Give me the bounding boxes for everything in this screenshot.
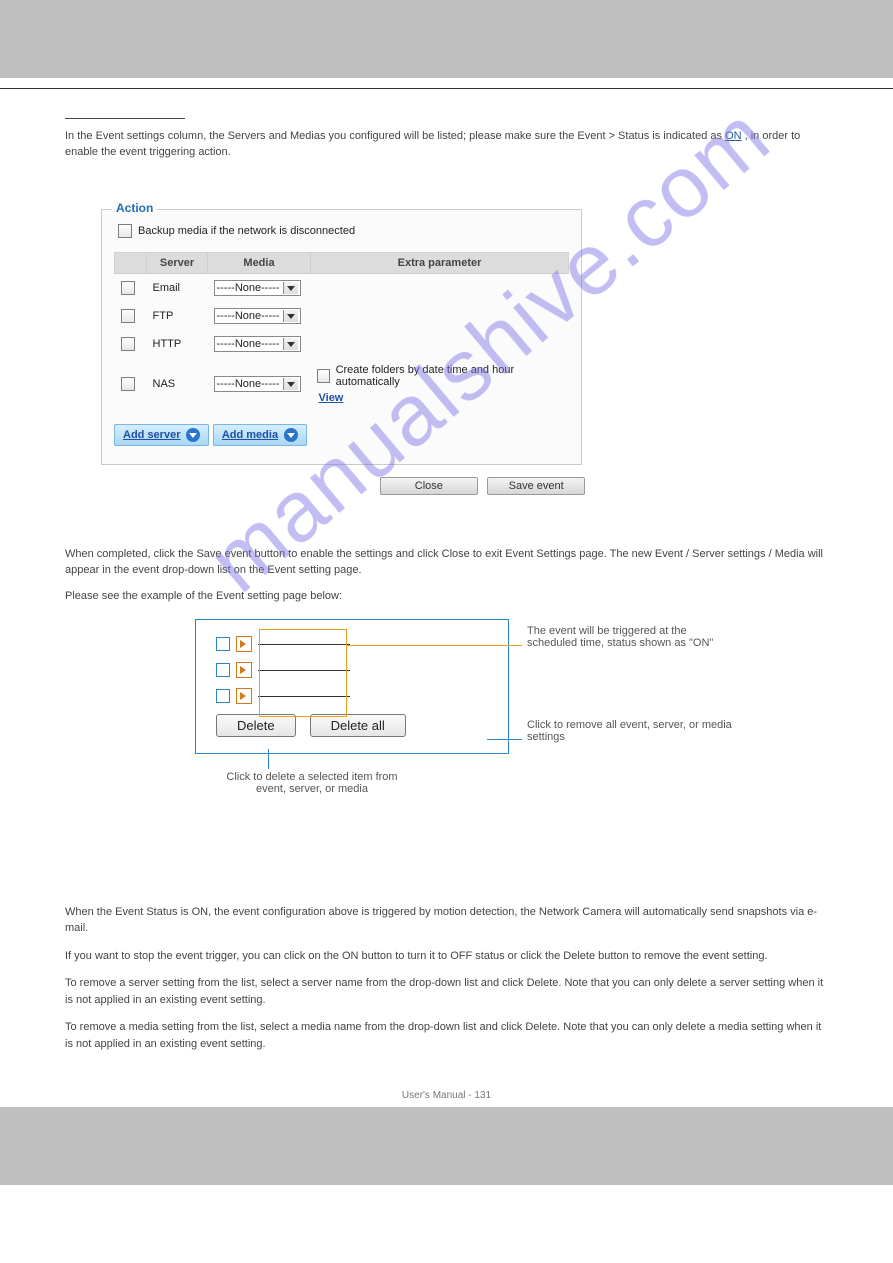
chevron-down-icon <box>283 338 298 350</box>
section-underline <box>65 117 185 119</box>
chevron-down-icon <box>283 282 298 294</box>
row-email-label: Email <box>147 273 208 302</box>
nas-row3-checkbox[interactable] <box>216 689 230 703</box>
row-nas-checkbox[interactable] <box>121 377 135 391</box>
arrow-right-icon[interactable] <box>236 688 252 704</box>
close-button[interactable]: Close <box>380 477 478 495</box>
action-fieldset: Action Backup media if the network is di… <box>101 209 582 465</box>
nas-row1-field <box>258 643 350 645</box>
add-server-button[interactable]: Add server <box>114 424 209 446</box>
callout-label-1: The event will be triggered at the sched… <box>527 625 737 649</box>
row-http-checkbox[interactable] <box>121 337 135 351</box>
callout-leader-1 <box>347 645 522 646</box>
row-nas-media-select[interactable]: -----None----- <box>214 376 302 392</box>
tail-paragraph-4: To remove a media setting from the list,… <box>65 1019 825 1052</box>
backup-label: Backup media if the network is disconnec… <box>138 225 355 237</box>
add-media-button[interactable]: Add media <box>213 424 307 446</box>
chevron-down-icon <box>283 310 298 322</box>
backup-checkbox[interactable] <box>118 224 132 238</box>
save-event-button[interactable]: Save event <box>487 477 585 495</box>
col-media: Media <box>208 252 311 273</box>
page-bottom-band <box>0 1107 893 1185</box>
page-top-band <box>0 0 893 78</box>
row-http-label: HTTP <box>147 330 208 358</box>
callout-leader-3 <box>268 749 269 769</box>
delete-button[interactable]: Delete <box>216 714 296 737</box>
intro-paragraph: In the Event settings column, the Server… <box>65 129 828 161</box>
col-server: Server <box>147 252 208 273</box>
row-email-media-select[interactable]: -----None----- <box>214 280 302 296</box>
chevron-down-icon <box>186 428 200 442</box>
nas-row2-field <box>258 669 350 671</box>
arrow-right-icon[interactable] <box>236 636 252 652</box>
callout-leader-2 <box>487 739 522 740</box>
row-email-checkbox[interactable] <box>121 281 135 295</box>
intro-on-badge: ON <box>725 130 742 142</box>
nas-row-3 <box>216 688 488 704</box>
row-nas-label: NAS <box>147 358 208 410</box>
nas-create-folders-label: Create folders by date time and hour aut… <box>336 364 563 388</box>
arrow-right-icon[interactable] <box>236 662 252 678</box>
add-server-label: Add server <box>123 429 180 441</box>
action-table: Server Media Extra parameter Email -----… <box>114 252 569 410</box>
row-ftp-label: FTP <box>147 302 208 330</box>
page-footer: User's Manual - 131 <box>65 1090 828 1101</box>
horizontal-rule <box>0 88 893 89</box>
chevron-down-icon <box>284 428 298 442</box>
row-ftp-media-select[interactable]: -----None----- <box>214 308 302 324</box>
tail-paragraph-1: When the Event Status is ON, the event c… <box>65 904 825 937</box>
delete-all-button[interactable]: Delete all <box>310 714 406 737</box>
callout-label-2: Click to remove all event, server, or me… <box>527 719 767 743</box>
col-extra: Extra parameter <box>311 252 569 273</box>
row-http-media-select[interactable]: -----None----- <box>214 336 302 352</box>
nas-row2-checkbox[interactable] <box>216 663 230 677</box>
tail-paragraph-3: To remove a server setting from the list… <box>65 975 825 1008</box>
callout-label-3: Click to delete a selected item from eve… <box>217 771 407 795</box>
intro-text-part1: In the Event settings column, the Server… <box>65 130 725 142</box>
nas-paragraph-2: Please see the example of the Event sett… <box>65 589 825 605</box>
add-media-label: Add media <box>222 429 278 441</box>
nas-paragraph-1: When completed, click the Save event but… <box>65 547 825 579</box>
row-ftp-checkbox[interactable] <box>121 309 135 323</box>
nas-row-1 <box>216 636 488 652</box>
nas-row-2 <box>216 662 488 678</box>
nas-view-link[interactable]: View <box>319 392 563 404</box>
nas-row3-field <box>258 695 350 697</box>
action-legend: Action <box>112 201 157 215</box>
chevron-down-icon <box>283 378 298 390</box>
nas-management-box: Delete Delete all <box>195 619 509 754</box>
nas-create-folders-checkbox[interactable] <box>317 369 330 383</box>
col-checkbox <box>115 252 147 273</box>
nas-row1-checkbox[interactable] <box>216 637 230 651</box>
tail-paragraph-2: If you want to stop the event trigger, y… <box>65 948 825 965</box>
